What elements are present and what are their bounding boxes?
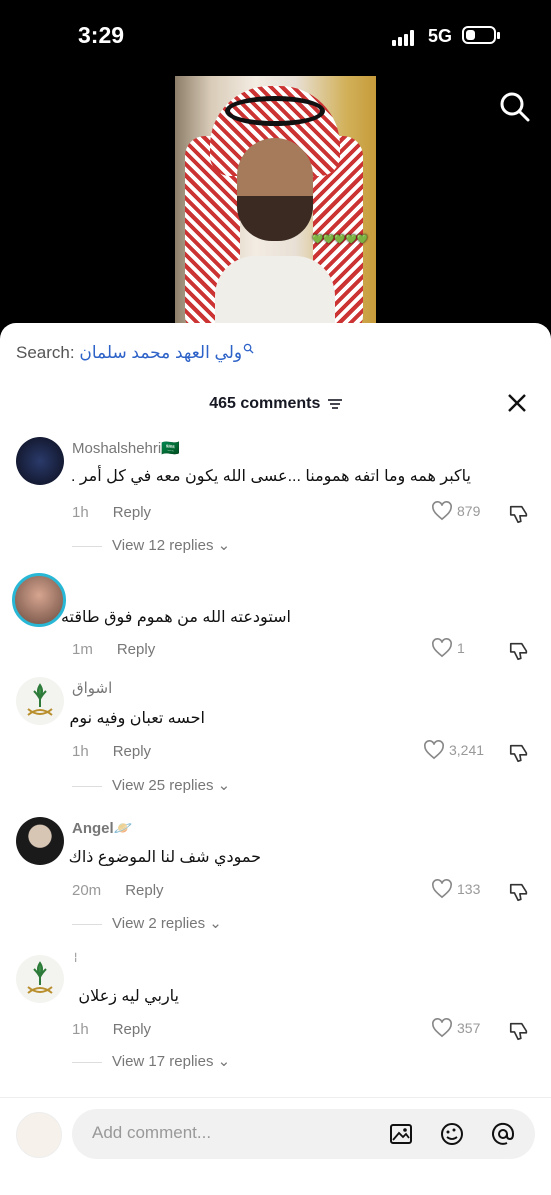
view-replies-label: View 25 replies	[112, 777, 214, 794]
avatar[interactable]	[16, 817, 64, 865]
avatar[interactable]	[12, 573, 66, 627]
reply-button[interactable]: Reply	[117, 641, 155, 658]
comment-username[interactable]: Angel🪐	[72, 819, 132, 837]
heart-icon	[432, 879, 452, 899]
video-caption: 💚💚💚💚💚	[311, 234, 368, 244]
search-query[interactable]: ولي العهد محمد سلمان	[79, 343, 242, 362]
comment-time: 1h	[72, 504, 89, 521]
search-suggestion[interactable]: Search: ولي العهد محمد سلمان	[16, 343, 254, 363]
avatar[interactable]	[16, 677, 64, 725]
comment-username[interactable]: ٰ ٰ	[72, 957, 77, 975]
comment-meta: 1h Reply	[72, 504, 151, 521]
avatar[interactable]	[16, 437, 64, 485]
heart-icon	[432, 501, 452, 521]
comment-time: 1m	[72, 641, 93, 658]
like-count: 3,241	[449, 742, 485, 758]
saudi-emblem-icon	[27, 683, 53, 716]
avatar[interactable]	[16, 1112, 62, 1158]
status-time: 3:29	[78, 22, 125, 48]
video-thumbnail[interactable]: 💚💚💚💚💚	[175, 76, 376, 326]
emoji-icon[interactable]	[439, 1121, 465, 1147]
like-count: 133	[457, 881, 481, 897]
view-replies-label: View 12 replies	[112, 537, 214, 554]
view-replies-button[interactable]: View 17 replies ⌄	[72, 1052, 230, 1070]
comment-composer: Add comment...	[0, 1097, 551, 1195]
network-label: 5G	[428, 26, 453, 46]
comments-header: 465 comments	[0, 395, 551, 413]
search-small-icon	[243, 343, 254, 354]
like-button[interactable]: 879	[431, 501, 480, 521]
signal-icon	[392, 30, 418, 46]
search-label: Search:	[16, 343, 75, 362]
dislike-icon[interactable]	[508, 1020, 530, 1042]
view-replies-button[interactable]: View 12 replies ⌄	[72, 536, 230, 554]
comment-text: ياربي ليه زعلان	[78, 988, 179, 1005]
comment-input-placeholder[interactable]: Add comment...	[92, 1123, 211, 1143]
view-replies-button[interactable]: View 25 replies ⌄	[72, 776, 230, 794]
comment-time: 1h	[72, 743, 89, 760]
comments-count: 465 comments	[209, 395, 321, 412]
like-button[interactable]: 133	[431, 879, 480, 899]
like-button[interactable]: 357	[431, 1018, 480, 1038]
view-replies-label: View 17 replies	[112, 1053, 214, 1070]
dislike-icon[interactable]	[508, 742, 530, 764]
search-icon[interactable]	[498, 90, 532, 124]
dislike-icon[interactable]	[508, 503, 530, 525]
comment-meta: 20m Reply	[72, 882, 164, 899]
like-count: 357	[457, 1020, 481, 1036]
comment-meta: 1h Reply	[72, 1021, 151, 1038]
comment-time: 1h	[72, 1021, 89, 1038]
comment-text: استودعته الله من هموم فوق طاقته	[60, 609, 291, 626]
dislike-icon[interactable]	[508, 640, 530, 662]
comment-text: حمودي شف لنا الموضوع ذاك	[68, 849, 261, 866]
like-button[interactable]: 3,241	[423, 740, 484, 760]
heart-icon	[432, 638, 452, 658]
view-replies-label: View 2 replies	[112, 915, 206, 932]
heart-icon	[432, 1018, 452, 1038]
status-bar: 3:29 5G	[0, 0, 551, 75]
comment-input[interactable]: Add comment...	[72, 1109, 535, 1159]
reply-button[interactable]: Reply	[113, 504, 151, 521]
reply-button[interactable]: Reply	[113, 743, 151, 760]
comment-username[interactable]: اشواق	[72, 679, 112, 697]
like-button[interactable]: 1	[431, 638, 465, 658]
like-count: 879	[457, 503, 481, 519]
heart-icon	[424, 740, 444, 760]
like-count: 1	[457, 640, 465, 656]
comments-sheet: Search: ولي العهد محمد سلمان 465 comment…	[0, 323, 551, 1194]
reply-button[interactable]: Reply	[113, 1021, 151, 1038]
battery-icon	[462, 26, 500, 44]
reply-button[interactable]: Reply	[125, 882, 163, 899]
dislike-icon[interactable]	[508, 881, 530, 903]
comment-text: ياكبر همه وما اتفه همومنا ...عسى الله يك…	[70, 468, 471, 485]
comment-text: احسه تعبان وفيه نوم	[69, 710, 205, 727]
comment-username[interactable]: Moshalshehri🇸🇦	[72, 439, 180, 457]
close-icon[interactable]	[505, 391, 529, 415]
sort-icon[interactable]	[327, 398, 342, 409]
comment-meta: 1h Reply	[72, 743, 151, 760]
saudi-emblem-icon	[27, 961, 53, 994]
comment-time: 20m	[72, 882, 102, 899]
view-replies-button[interactable]: View 2 replies ⌄	[72, 914, 222, 932]
image-icon[interactable]	[388, 1121, 414, 1147]
avatar[interactable]	[16, 955, 64, 1003]
comment-meta: 1m Reply	[72, 641, 155, 658]
mention-icon[interactable]	[490, 1121, 516, 1147]
